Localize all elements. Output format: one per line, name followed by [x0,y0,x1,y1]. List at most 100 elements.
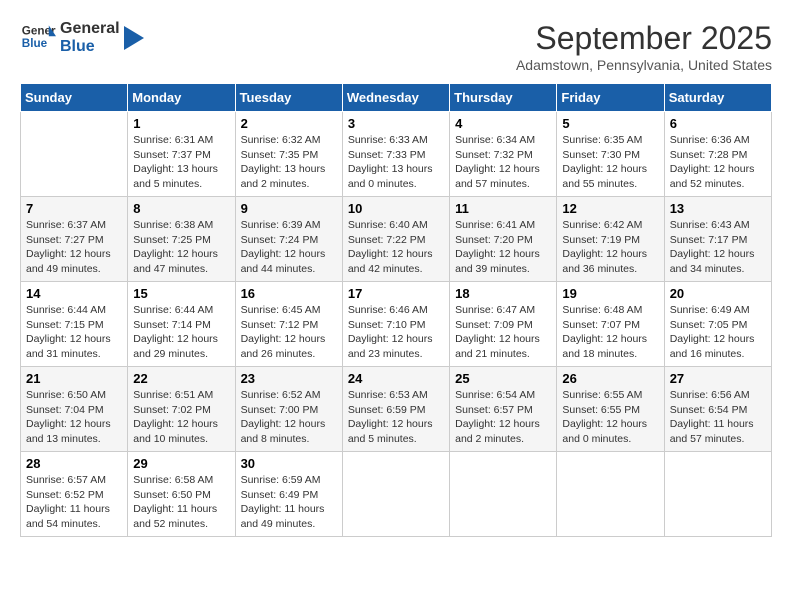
calendar-cell: 5 Sunrise: 6:35 AM Sunset: 7:30 PM Daylig… [557,112,664,197]
cell-info-text: Sunrise: 6:58 AM Sunset: 6:50 PM Dayligh… [133,473,229,532]
header-monday: Monday [128,84,235,112]
calendar-cell: 11Sunrise: 6:41 AM Sunset: 7:20 PM Dayli… [450,197,557,282]
cell-info-text: Sunrise: 6:53 AM Sunset: 6:59 PM Dayligh… [348,388,444,447]
day-number: 30 [241,456,337,471]
cell-info-text: Sunrise: 6:34 AM Sunset: 7:32 PM Dayligh… [455,133,551,192]
cell-info-text: Sunrise: 6:59 AM Sunset: 6:49 PM Dayligh… [241,473,337,532]
cell-info-text: Sunrise: 6:47 AM Sunset: 7:09 PM Dayligh… [455,303,551,362]
calendar-week-row: 21 Sunrise: 6:50 AM Sunset: 7:04 PM Dayli… [21,367,772,452]
calendar-cell: 8Sunrise: 6:38 AM Sunset: 7:25 PM Daylig… [128,197,235,282]
cell-info-text: Sunrise: 6:44 AM Sunset: 7:14 PM Dayligh… [133,303,229,362]
calendar-week-row: 28Sunrise: 6:57 AM Sunset: 6:52 PM Dayli… [21,452,772,537]
calendar-cell [342,452,449,537]
cell-info-text: Sunrise: 6:52 AM Sunset: 7:00 PM Dayligh… [241,388,337,447]
calendar-cell: 20 Sunrise: 6:49 AM Sunset: 7:05 PM Dayli… [664,282,771,367]
header-tuesday: Tuesday [235,84,342,112]
day-number: 25 [455,371,551,386]
cell-info-text: Sunrise: 6:35 AM Sunset: 7:30 PM Dayligh… [562,133,658,192]
cell-info-text: Sunrise: 6:56 AM Sunset: 6:54 PM Dayligh… [670,388,766,447]
day-number: 5 [562,116,658,131]
calendar-week-row: 14 Sunrise: 6:44 AM Sunset: 7:15 PM Dayli… [21,282,772,367]
day-number: 4 [455,116,551,131]
cell-info-text: Sunrise: 6:50 AM Sunset: 7:04 PM Dayligh… [26,388,122,447]
calendar-cell: 22Sunrise: 6:51 AM Sunset: 7:02 PM Dayli… [128,367,235,452]
calendar-cell: 15Sunrise: 6:44 AM Sunset: 7:14 PM Dayli… [128,282,235,367]
calendar-cell: 9 Sunrise: 6:39 AM Sunset: 7:24 PM Daylig… [235,197,342,282]
cell-info-text: Sunrise: 6:36 AM Sunset: 7:28 PM Dayligh… [670,133,766,192]
day-number: 28 [26,456,122,471]
calendar-cell: 29 Sunrise: 6:58 AM Sunset: 6:50 PM Dayli… [128,452,235,537]
calendar-cell: 16 Sunrise: 6:45 AM Sunset: 7:12 PM Dayli… [235,282,342,367]
header-friday: Friday [557,84,664,112]
day-number: 29 [133,456,229,471]
cell-info-text: Sunrise: 6:44 AM Sunset: 7:15 PM Dayligh… [26,303,122,362]
calendar-cell: 24 Sunrise: 6:53 AM Sunset: 6:59 PM Dayli… [342,367,449,452]
calendar-cell: 25 Sunrise: 6:54 AM Sunset: 6:57 PM Dayli… [450,367,557,452]
calendar-cell: 6Sunrise: 6:36 AM Sunset: 7:28 PM Daylig… [664,112,771,197]
calendar-cell: 3Sunrise: 6:33 AM Sunset: 7:33 PM Daylig… [342,112,449,197]
header-wednesday: Wednesday [342,84,449,112]
header-thursday: Thursday [450,84,557,112]
header-sunday: Sunday [21,84,128,112]
cell-info-text: Sunrise: 6:32 AM Sunset: 7:35 PM Dayligh… [241,133,337,192]
cell-info-text: Sunrise: 6:39 AM Sunset: 7:24 PM Dayligh… [241,218,337,277]
calendar-week-row: 7Sunrise: 6:37 AM Sunset: 7:27 PM Daylig… [21,197,772,282]
logo-name-general: General [60,20,120,38]
day-number: 24 [348,371,444,386]
day-number: 17 [348,286,444,301]
title-block: September 2025 Adamstown, Pennsylvania, … [516,20,772,73]
day-number: 9 [241,201,337,216]
cell-info-text: Sunrise: 6:31 AM Sunset: 7:37 PM Dayligh… [133,133,229,192]
logo-icon: General Blue [20,20,56,56]
calendar-cell [557,452,664,537]
calendar-cell: 21 Sunrise: 6:50 AM Sunset: 7:04 PM Dayli… [21,367,128,452]
day-number: 20 [670,286,766,301]
calendar-cell [664,452,771,537]
cell-info-text: Sunrise: 6:33 AM Sunset: 7:33 PM Dayligh… [348,133,444,192]
cell-info-text: Sunrise: 6:55 AM Sunset: 6:55 PM Dayligh… [562,388,658,447]
day-number: 2 [241,116,337,131]
calendar-cell: 28Sunrise: 6:57 AM Sunset: 6:52 PM Dayli… [21,452,128,537]
cell-info-text: Sunrise: 6:46 AM Sunset: 7:10 PM Dayligh… [348,303,444,362]
calendar-cell: 19Sunrise: 6:48 AM Sunset: 7:07 PM Dayli… [557,282,664,367]
svg-text:Blue: Blue [22,37,48,50]
calendar-cell [21,112,128,197]
header-saturday: Saturday [664,84,771,112]
calendar-cell: 27 Sunrise: 6:56 AM Sunset: 6:54 PM Dayli… [664,367,771,452]
calendar-cell: 23 Sunrise: 6:52 AM Sunset: 7:00 PM Dayli… [235,367,342,452]
calendar-header-row: SundayMondayTuesdayWednesdayThursdayFrid… [21,84,772,112]
day-number: 16 [241,286,337,301]
calendar-cell: 7Sunrise: 6:37 AM Sunset: 7:27 PM Daylig… [21,197,128,282]
day-number: 18 [455,286,551,301]
day-number: 26 [562,371,658,386]
day-number: 12 [562,201,658,216]
month-title: September 2025 [516,20,772,57]
cell-info-text: Sunrise: 6:54 AM Sunset: 6:57 PM Dayligh… [455,388,551,447]
day-number: 27 [670,371,766,386]
calendar-cell: 10Sunrise: 6:40 AM Sunset: 7:22 PM Dayli… [342,197,449,282]
calendar-cell: 1Sunrise: 6:31 AM Sunset: 7:37 PM Daylig… [128,112,235,197]
calendar-cell: 26 Sunrise: 6:55 AM Sunset: 6:55 PM Dayli… [557,367,664,452]
cell-info-text: Sunrise: 6:45 AM Sunset: 7:12 PM Dayligh… [241,303,337,362]
day-number: 19 [562,286,658,301]
calendar-cell: 18 Sunrise: 6:47 AM Sunset: 7:09 PM Dayli… [450,282,557,367]
calendar-cell: 17 Sunrise: 6:46 AM Sunset: 7:10 PM Dayli… [342,282,449,367]
calendar-cell [450,452,557,537]
day-number: 23 [241,371,337,386]
cell-info-text: Sunrise: 6:42 AM Sunset: 7:19 PM Dayligh… [562,218,658,277]
day-number: 7 [26,201,122,216]
day-number: 14 [26,286,122,301]
calendar-cell: 13Sunrise: 6:43 AM Sunset: 7:17 PM Dayli… [664,197,771,282]
cell-info-text: Sunrise: 6:43 AM Sunset: 7:17 PM Dayligh… [670,218,766,277]
day-number: 10 [348,201,444,216]
day-number: 22 [133,371,229,386]
cell-info-text: Sunrise: 6:49 AM Sunset: 7:05 PM Dayligh… [670,303,766,362]
logo: General Blue General Blue [20,20,144,56]
calendar-cell: 12 Sunrise: 6:42 AM Sunset: 7:19 PM Dayli… [557,197,664,282]
page-header: General Blue General Blue September 2025… [20,20,772,73]
calendar-table: SundayMondayTuesdayWednesdayThursdayFrid… [20,83,772,537]
location-subtitle: Adamstown, Pennsylvania, United States [516,57,772,73]
day-number: 21 [26,371,122,386]
day-number: 11 [455,201,551,216]
cell-info-text: Sunrise: 6:38 AM Sunset: 7:25 PM Dayligh… [133,218,229,277]
